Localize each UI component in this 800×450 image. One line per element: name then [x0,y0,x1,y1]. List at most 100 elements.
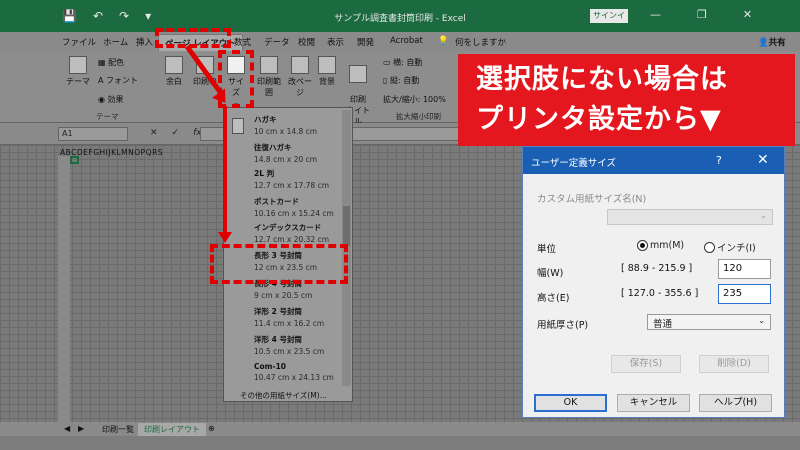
tab-review[interactable]: 校閲 [298,36,315,48]
colors-button[interactable]: ▦ 配色 [98,57,124,68]
close-window-icon[interactable]: ✕ [743,8,752,21]
more-paper-sizes[interactable]: その他の用紙サイズ(M)... [240,390,327,401]
paper-icon [232,118,244,134]
unit-inch-radio[interactable]: インチ(I) [704,240,756,254]
palette-icon: ▦ [98,58,109,67]
paper-size-item[interactable]: 往復ハガキ 14.8 cm x 20 cm [254,142,317,164]
sheet-tab-print-list[interactable]: 印刷一覧 [96,423,140,436]
radio-selected-icon [637,240,648,251]
paper-size-name: 2L 判 [254,169,275,178]
scale-row: 拡大/縮小: 100% [383,94,446,105]
dialog-title: ユーザー定義サイズ [531,158,617,169]
scroll-tabs-right-icon[interactable]: ▶ [72,423,90,434]
colors-label: 配色 [108,58,125,67]
width-input[interactable]: 120 [718,259,771,279]
paper-size-item[interactable]: インデックスカード 12.7 cm x 20.32 cm [254,222,329,244]
paper-thickness-value: 普通 [653,319,673,330]
background-button[interactable]: 背景 [316,56,338,87]
delete-button[interactable]: 削除(D) [699,355,769,373]
margins-label: 余白 [166,77,182,86]
name-box[interactable]: A1 [58,127,128,141]
selected-cell[interactable] [70,156,79,164]
paper-size-dimensions: 10.47 cm x 24.13 cm [254,373,334,382]
radio-unselected-icon [704,241,715,253]
highlight-envelope-option [210,244,348,284]
scale-height-select[interactable]: 自動 [403,76,419,85]
callout-line-1: 選択肢にない場合は [476,64,728,95]
callout-line-2: プリンタ設定から▼ [476,104,722,135]
height-input[interactable]: 235 [718,284,771,304]
paper-thickness-label: 用紙厚さ(P) [537,320,589,331]
breaks-button[interactable]: 改ページ [286,56,314,98]
tab-developer[interactable]: 開発 [357,36,374,48]
scale-height-label: 縦: [389,76,401,85]
print-area-button[interactable]: 印刷範囲 [254,56,284,98]
print-titles-icon [349,65,367,83]
tab-data[interactable]: データ [264,36,290,48]
paper-size-dimensions: 12.7 cm x 20.32 cm [254,235,330,244]
tab-file[interactable]: ファイル [62,36,96,48]
help-icon[interactable]: ? [716,154,722,167]
fonts-button[interactable]: A フォント [98,75,138,86]
themes-button[interactable]: テーマ [66,56,90,87]
add-sheet-icon[interactable]: ⊕ [202,423,221,434]
tell-me-search[interactable]: 何をしますか [455,36,506,48]
scale-width-row: ▭ 横: 自動 [383,57,422,68]
share-label: 共有 [768,38,786,48]
custom-size-dialog: ユーザー定義サイズ ? ✕ カスタム用紙サイズ名(N) ⌄ 単位 mm(M) イ… [522,146,785,418]
close-icon[interactable]: ✕ [757,152,769,168]
tab-view[interactable]: 表示 [327,36,344,48]
tab-formulas[interactable]: 数式 [234,36,251,48]
background-icon [318,56,336,74]
tab-home[interactable]: ホーム [103,36,128,48]
width-icon: ▭ [383,58,394,67]
chevron-down-icon: ⌄ [758,316,765,325]
restore-icon[interactable]: ❐ [697,8,707,21]
fonts-label: フォント [106,76,139,85]
print-area-icon [260,56,278,74]
paper-size-name: 往復ハガキ [254,143,292,152]
paper-thickness-select[interactable]: 普通 ⌄ [647,314,771,330]
window-controls: — ❐ ✕ [650,8,752,21]
scale-label: 拡大/縮小: [383,95,421,104]
sheet-tab-bar: ◀ ▶ 印刷一覧 印刷レイアウト ⊕ [0,422,800,438]
arrow-head-to-envelope [218,232,232,243]
tab-acrobat[interactable]: Acrobat [390,36,423,46]
paper-size-dimensions: 10.16 cm x 15.24 cm [254,209,334,218]
paper-size-item[interactable]: 洋形 4 号封筒 10.5 cm x 23.5 cm [254,334,324,356]
scale-width-select[interactable]: 自動 [406,58,422,67]
enter-icon[interactable]: ✓ [172,128,180,138]
unit-mm-label: mm(M) [650,240,685,251]
unit-mm-radio[interactable]: mm(M) [637,240,684,251]
margins-button[interactable]: 余白 [162,56,186,87]
paper-size-item[interactable]: 2L 判 12.7 cm x 17.78 cm [254,168,329,190]
title-bar: 💾 ↶ ↷ ▾ サンプル調査書封筒印刷 - Excel サインイン — ❐ ✕ [0,0,800,34]
paper-size-item[interactable]: ハガキ 10 cm x 14.8 cm [254,114,317,136]
scale-input[interactable]: 100% [423,95,446,104]
callout-banner: 選択肢にない場合は プリンタ設定から▼ [458,54,795,146]
signin-button[interactable]: サインイン [590,9,628,34]
cancel-icon[interactable]: ✕ [150,128,158,138]
height-label: 高さ(E) [537,293,570,304]
paper-size-dimensions: 10.5 cm x 23.5 cm [254,347,325,356]
row-headers [58,156,70,422]
tab-insert[interactable]: 挿入 [136,36,153,48]
cancel-button[interactable]: キャンセル [617,394,690,412]
custom-name-select[interactable]: ⌄ [607,209,773,225]
paper-size-item[interactable]: 洋形 2 号封筒 11.4 cm x 16.2 cm [254,306,324,328]
arrow-line-size-to-envelope [223,106,227,234]
share-button[interactable]: 👤共有 [758,36,786,48]
help-button[interactable]: ヘルプ(H) [699,394,772,412]
ok-button[interactable]: OK [534,394,607,412]
height-icon: ▯ [383,76,390,85]
paper-size-dimensions: 12.7 cm x 17.78 cm [254,181,330,190]
paper-size-scroll-thumb[interactable] [343,206,350,246]
paper-size-item[interactable]: Com-10 10.47 cm x 24.13 cm [254,362,334,382]
effects-button[interactable]: ◉ 効果 [98,94,124,105]
paper-size-name: 洋形 4 号封筒 [254,335,302,344]
paper-size-item[interactable]: ポストカード 10.16 cm x 15.24 cm [254,196,334,218]
save-button[interactable]: 保存(S) [611,355,681,373]
custom-name-label: カスタム用紙サイズ名(N) [537,194,647,205]
minimize-icon[interactable]: — [650,8,661,21]
breaks-label: 改ページ [288,77,312,97]
